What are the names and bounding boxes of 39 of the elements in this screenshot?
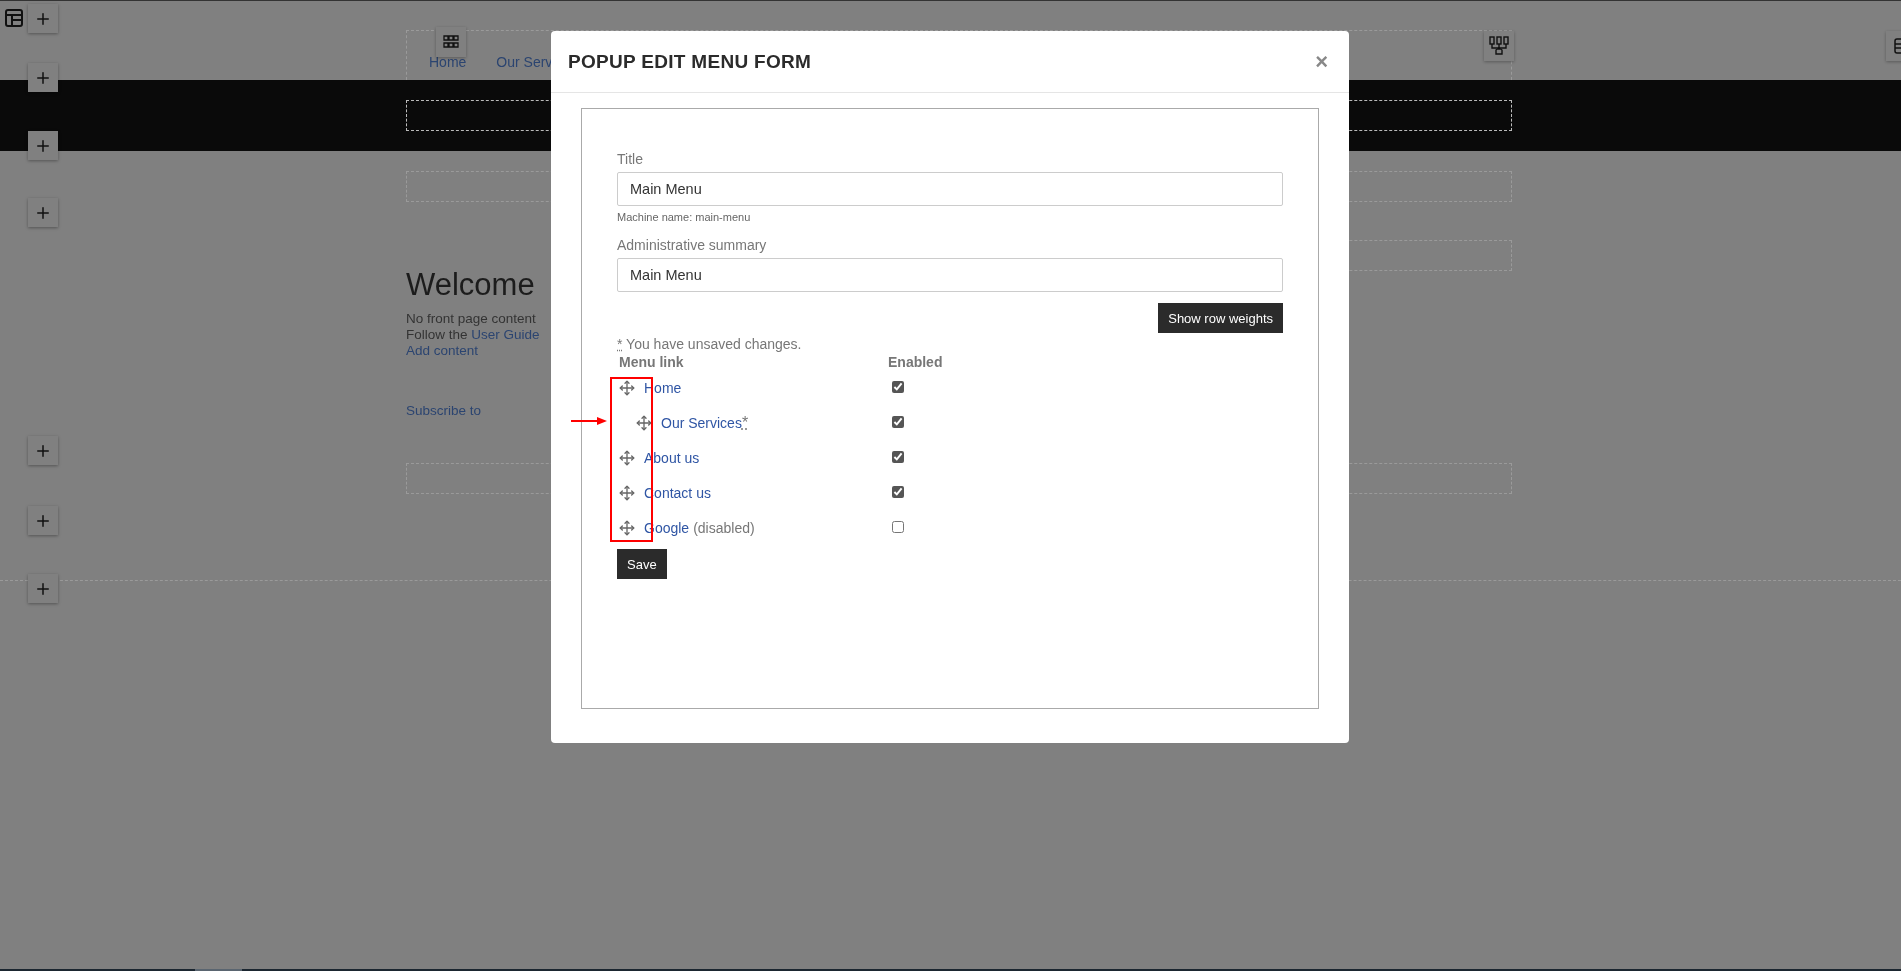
drag-handle-icon[interactable] [619, 449, 635, 466]
intro-text: No front page content [406, 311, 536, 327]
enabled-checkbox[interactable] [892, 380, 904, 393]
enabled-checkbox[interactable] [892, 450, 904, 463]
modal-title: POPUP EDIT MENU FORM [568, 50, 812, 73]
disabled-note: (disabled) [693, 519, 755, 536]
text-field[interactable]: Main Menu [617, 258, 1283, 292]
column-header: Menu link [619, 354, 685, 370]
grid-icon[interactable] [436, 27, 466, 57]
field-label: Administrative summary [617, 237, 768, 253]
page-heading: Welcome [406, 267, 535, 303]
enabled-checkbox[interactable] [892, 415, 904, 428]
add-section-button[interactable] [28, 131, 58, 160]
drag-handle-icon[interactable] [619, 484, 635, 501]
add-section-button[interactable] [28, 63, 58, 92]
menu-link[interactable]: Our Services [661, 414, 742, 431]
field-description: Machine name: main-menu [617, 211, 752, 223]
column-header: Enabled [888, 354, 944, 370]
add-section-button[interactable] [28, 198, 58, 227]
close-button[interactable]: × [1311, 48, 1332, 75]
add-section-button[interactable] [28, 4, 58, 33]
add-section-button[interactable] [28, 436, 58, 465]
drag-handle-icon[interactable] [619, 379, 635, 396]
add-section-button[interactable] [28, 506, 58, 535]
changed-mark: * [741, 413, 749, 432]
text-field[interactable]: Main Menu [617, 172, 1283, 206]
unsaved-notice: You have unsaved changes. [626, 336, 802, 352]
enabled-checkbox[interactable] [892, 520, 904, 533]
add-section-button[interactable] [28, 574, 58, 603]
drag-handle-icon[interactable] [636, 414, 652, 431]
drag-handle-icon[interactable] [619, 519, 635, 536]
save-button[interactable]: Save [617, 549, 667, 579]
guide-text: Follow the [406, 327, 469, 342]
changed-mark: * [617, 336, 623, 352]
hierarchy-icon[interactable] [1484, 31, 1514, 61]
enabled-checkbox[interactable] [892, 485, 904, 498]
arrow-icon [571, 416, 607, 426]
show-row-weights-button[interactable]: Show row weights [1158, 303, 1283, 333]
field-label: Title [617, 151, 644, 167]
